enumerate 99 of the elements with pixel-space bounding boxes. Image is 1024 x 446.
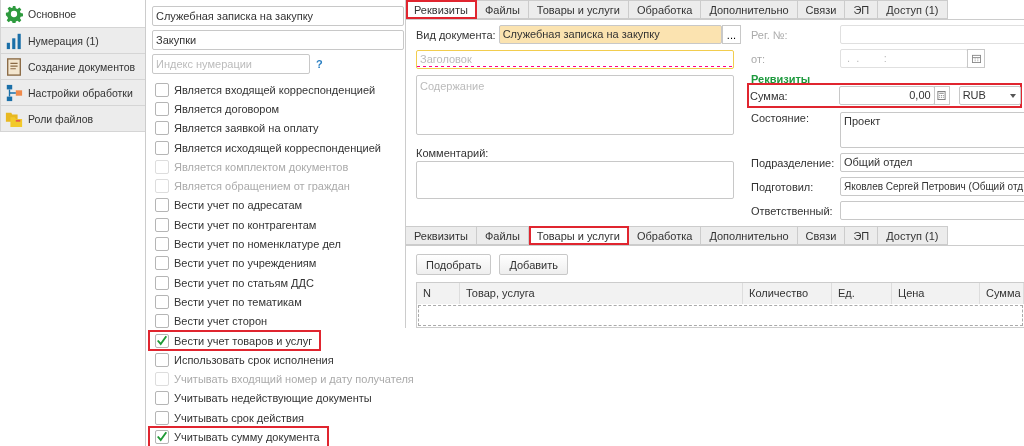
sidebar-item[interactable]: Нумерация (1) bbox=[0, 28, 146, 54]
index-field[interactable]: Индекс нумерации bbox=[152, 54, 310, 74]
tab[interactable]: Доступ (1) bbox=[878, 226, 948, 245]
checkbox-label: Вести учет по тематикам bbox=[174, 295, 302, 308]
tab[interactable]: Обработка bbox=[628, 0, 702, 19]
text-field[interactable]: Закупки bbox=[152, 30, 404, 50]
date-field[interactable]: . . : bbox=[840, 49, 968, 68]
state-field[interactable]: Проект bbox=[840, 112, 1024, 148]
checkbox[interactable] bbox=[155, 101, 169, 116]
registration-number-field[interactable] bbox=[840, 25, 1024, 44]
document-type-field[interactable]: Служебная записка на закупку bbox=[498, 25, 722, 44]
title-field[interactable]: Заголовок bbox=[416, 50, 734, 69]
sidebar-item[interactable]: Создание документов bbox=[0, 54, 146, 80]
tab[interactable]: Файлы bbox=[476, 0, 529, 19]
tab[interactable]: ЭП bbox=[845, 0, 879, 19]
checkbox-label: Вести учет по учреждениям bbox=[174, 257, 317, 270]
field-label: Комментарий: bbox=[416, 147, 490, 159]
comment-field[interactable] bbox=[416, 161, 734, 199]
checkbox-label: Учитывать недействующие документы bbox=[174, 392, 372, 405]
tab[interactable]: Товары и услуги bbox=[528, 0, 629, 19]
checkbox[interactable] bbox=[155, 256, 169, 271]
checkbox[interactable] bbox=[155, 391, 169, 406]
currency-dropdown[interactable]: RUB bbox=[958, 86, 1021, 105]
text-field[interactable]: Служебная записка на закупку bbox=[152, 6, 404, 26]
toolbar-button[interactable]: Добавить bbox=[499, 254, 568, 275]
column-header[interactable]: Сумма bbox=[980, 283, 1024, 304]
tab[interactable]: Товары и услуги bbox=[528, 226, 629, 245]
checkbox-label: Вести учет сторон bbox=[174, 315, 268, 328]
department-field[interactable]: Общий отдел bbox=[840, 153, 1024, 172]
checkbox-label: Вести учет товаров и услуг bbox=[174, 334, 313, 347]
toolbar-button[interactable]: Подобрать bbox=[416, 254, 492, 275]
checkbox-label: Учитывать срок действия bbox=[174, 411, 304, 424]
checkbox[interactable] bbox=[155, 217, 169, 232]
field-label: Состояние: bbox=[751, 112, 810, 124]
content-field[interactable]: Содержание bbox=[416, 75, 734, 135]
checkbox-label: Вести учет по номенклатуре дел bbox=[174, 238, 341, 250]
checkbox-label: Вести учет по контрагентам bbox=[174, 218, 317, 231]
sidebar-item[interactable]: Основное bbox=[0, 0, 146, 28]
checkbox-label: Использовать срок исполнения bbox=[174, 353, 334, 366]
field-label: Ответственный: bbox=[751, 204, 834, 217]
checkbox-label: Вести учет по статьям ДДС bbox=[174, 276, 314, 289]
help-link[interactable]: ? bbox=[316, 58, 323, 70]
checkbox-label: Является исходящей корреспонденцией bbox=[174, 141, 381, 154]
sidebar-item[interactable]: Роли файлов bbox=[0, 106, 146, 132]
checkbox-label: Вести учет по адресатам bbox=[174, 199, 303, 212]
field-label: Подготовил: bbox=[751, 180, 815, 193]
checkbox[interactable] bbox=[155, 275, 169, 290]
amount-field[interactable]: 0,00 bbox=[839, 86, 935, 105]
tab[interactable]: Реквизиты bbox=[406, 226, 477, 245]
column-header[interactable]: Ед. bbox=[832, 283, 892, 304]
checkbox[interactable] bbox=[155, 237, 169, 251]
ascending-bars-icon bbox=[5, 31, 23, 50]
checkbox[interactable] bbox=[155, 410, 169, 425]
field-label: от: bbox=[751, 52, 766, 65]
checkbox-label: Является входящей корреспонденцией bbox=[174, 83, 376, 96]
checkbox-label: Учитывать входящий номер и дату получателя bbox=[174, 373, 414, 386]
calendar-button[interactable] bbox=[967, 49, 985, 68]
checkbox[interactable] bbox=[155, 333, 169, 348]
section-heading: Реквизиты bbox=[751, 73, 812, 85]
column-header[interactable]: Товар, услуга bbox=[460, 283, 743, 304]
tab[interactable]: Дополнительно bbox=[701, 0, 798, 19]
gear-icon bbox=[5, 4, 23, 23]
checkbox-label: Учитывать сумму документа bbox=[174, 431, 320, 443]
tab[interactable]: Дополнительно bbox=[701, 226, 798, 245]
checkbox[interactable] bbox=[155, 352, 169, 367]
select-button[interactable]: ... bbox=[721, 25, 741, 44]
checkbox[interactable] bbox=[155, 121, 169, 136]
responsible-field[interactable] bbox=[840, 201, 1024, 220]
tab[interactable]: Реквизиты bbox=[406, 0, 477, 19]
field-label: Подразделение: bbox=[751, 156, 836, 169]
caret-icon bbox=[1010, 94, 1016, 98]
column-header[interactable]: N bbox=[417, 283, 460, 304]
column-header[interactable]: Цена bbox=[892, 283, 980, 304]
field-label: Вид документа: bbox=[416, 28, 496, 41]
sidebar-item[interactable]: Настройки обработки bbox=[0, 80, 146, 106]
prepared-by-field[interactable]: Яковлев Сергей Петрович (Общий отд bbox=[840, 177, 1024, 196]
column-header[interactable]: Количество bbox=[743, 283, 832, 304]
checkbox[interactable] bbox=[155, 430, 169, 444]
calculator-icon bbox=[937, 91, 947, 100]
checkbox-label: Является договором bbox=[174, 102, 280, 115]
checkbox[interactable] bbox=[155, 140, 169, 155]
field-label: Сумма: bbox=[750, 89, 789, 102]
tab[interactable]: Связи bbox=[797, 0, 846, 19]
tab[interactable]: Доступ (1) bbox=[878, 0, 948, 19]
checkbox-label: Является заявкой на оплату bbox=[174, 122, 319, 135]
checkbox[interactable] bbox=[155, 294, 169, 309]
tab[interactable]: Файлы bbox=[476, 226, 529, 245]
calendar-icon bbox=[971, 54, 981, 63]
checkbox-label: Является комплектом документов bbox=[174, 160, 349, 173]
checkbox[interactable] bbox=[155, 198, 169, 213]
checkbox-label: Является обращением от граждан bbox=[174, 180, 350, 193]
field-label: Рег. №: bbox=[751, 28, 789, 41]
checkbox[interactable] bbox=[155, 82, 169, 97]
tab[interactable]: ЭП bbox=[845, 226, 879, 245]
document-icon bbox=[5, 57, 23, 76]
checkbox[interactable] bbox=[155, 314, 169, 329]
tab[interactable]: Обработка bbox=[628, 226, 702, 245]
tab[interactable]: Связи bbox=[797, 226, 846, 245]
flowchart-icon bbox=[5, 83, 23, 102]
